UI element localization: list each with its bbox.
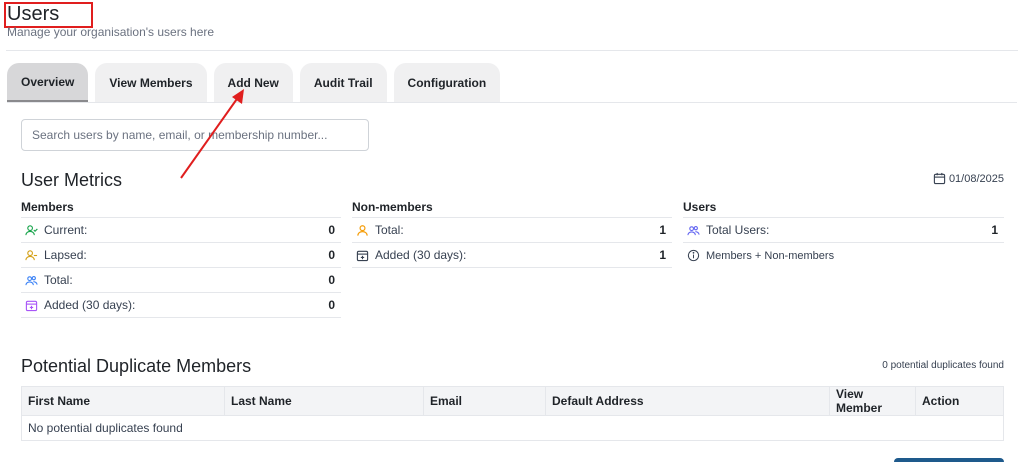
user-metrics-title: User Metrics (21, 170, 123, 190)
duplicates-count: 0 potential duplicates found (882, 360, 1004, 371)
metric-row-total-users: Total Users: 1 (683, 218, 1004, 243)
column-header-view-member: View Member (829, 386, 916, 416)
duplicates-table: First Name Last Name Email Default Addre… (21, 386, 1004, 441)
column-header-email: Email (423, 386, 546, 416)
duplicates-title: Potential Duplicate Members (21, 356, 252, 376)
metric-row-non-members-total: Total: 1 (352, 218, 672, 243)
column-header-action: Action (915, 386, 1004, 416)
tab-view-members[interactable]: View Members (95, 63, 207, 103)
metric-row-members-added: Added (30 days): 0 (21, 293, 341, 318)
metric-row-members-total: Total: 0 (21, 268, 341, 293)
metrics-date-text: 01/08/2025 (948, 172, 1004, 185)
column-header-last-name: Last Name (224, 386, 424, 416)
metric-value: 1 (659, 223, 666, 237)
members-heading: Members (21, 200, 341, 218)
metric-row-non-members-added: Added (30 days): 1 (352, 243, 672, 268)
metric-label: Current: (44, 223, 88, 237)
members-metrics: Members Current: 0 Lapsed: 0 Total: 0 Ad… (21, 200, 341, 318)
primary-action-button[interactable] (894, 458, 1004, 462)
calendar-plus-icon (25, 299, 38, 312)
calendar-icon (933, 172, 946, 185)
users-metrics: Users Total Users: 1 Members + Non-membe… (683, 200, 1004, 268)
metric-value: 0 (328, 223, 335, 237)
metric-value: 0 (328, 273, 335, 287)
metric-value: 0 (328, 248, 335, 262)
column-header-first-name: First Name (21, 386, 225, 416)
metric-row-current: Current: 0 (21, 218, 341, 243)
header-divider (6, 50, 1018, 51)
users-note-text: Members + Non-members (706, 249, 835, 262)
metric-row-lapsed: Lapsed: 0 (21, 243, 341, 268)
users-icon (687, 224, 700, 237)
info-icon (687, 249, 700, 262)
metric-label: Added (30 days): (375, 248, 467, 262)
metric-label: Total: (375, 223, 404, 237)
metric-label: Lapsed: (44, 248, 87, 262)
metric-label: Total: (44, 273, 73, 287)
metric-value: 1 (659, 248, 666, 262)
metrics-date: 01/08/2025 (933, 172, 1004, 185)
tabs-divider (7, 102, 1017, 103)
tab-bar: Overview View Members Add New Audit Trai… (7, 63, 501, 103)
tab-overview[interactable]: Overview (7, 63, 89, 103)
search-input[interactable] (21, 119, 369, 151)
user-clock-icon (25, 249, 38, 262)
tab-audit-trail[interactable]: Audit Trail (299, 63, 387, 103)
metric-label: Added (30 days): (44, 298, 136, 312)
column-header-default-address: Default Address (545, 386, 830, 416)
user-icon (356, 224, 369, 237)
table-header-row: First Name Last Name Email Default Addre… (21, 386, 1004, 416)
calendar-plus-icon (356, 249, 369, 262)
tab-configuration[interactable]: Configuration (393, 63, 501, 103)
user-check-icon (25, 224, 38, 237)
metric-label: Total Users: (706, 223, 770, 237)
users-note: Members + Non-members (683, 243, 1004, 268)
non-members-heading: Non-members (352, 200, 672, 218)
metric-value: 1 (991, 223, 998, 237)
users-heading: Users (683, 200, 1004, 218)
table-row: No potential duplicates found (21, 415, 1004, 441)
metric-value: 0 (328, 298, 335, 312)
non-members-metrics: Non-members Total: 1 Added (30 days): 1 (352, 200, 672, 268)
users-icon (25, 274, 38, 287)
empty-table-message: No potential duplicates found (21, 415, 1004, 441)
tab-add-new[interactable]: Add New (213, 63, 293, 103)
page-subtitle: Manage your organisation's users here (7, 25, 215, 39)
